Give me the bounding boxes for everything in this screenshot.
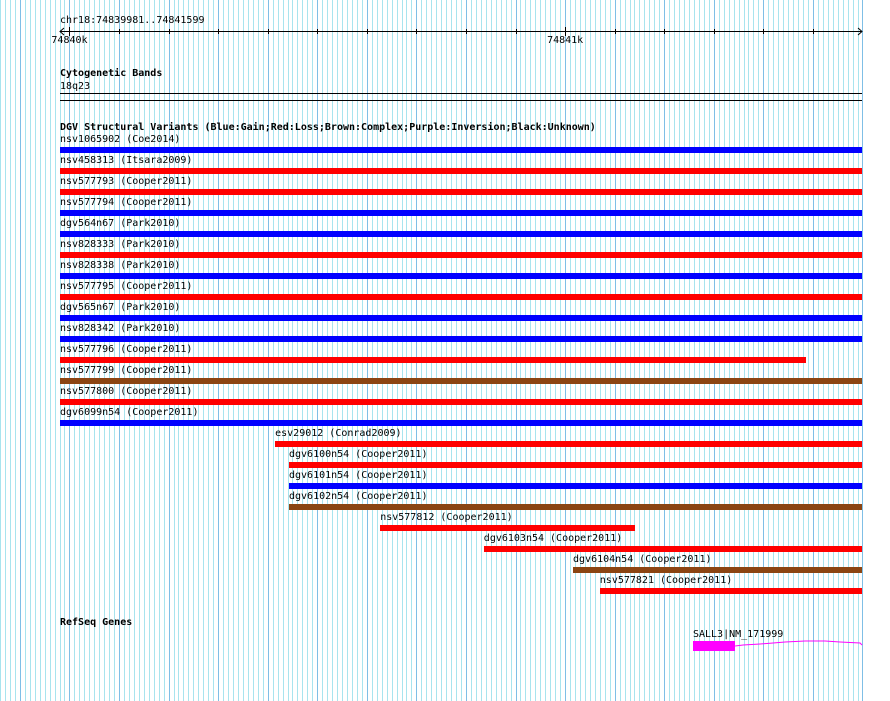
variant-bar-gain[interactable] (60, 210, 862, 216)
variant-bar-loss[interactable] (60, 357, 806, 363)
gene-intron-line (735, 640, 863, 647)
variant-label[interactable]: nsv828342 (Park2010) (60, 323, 180, 334)
variant-bar-gain[interactable] (60, 273, 862, 279)
ruler-tick-label: 74840k (51, 35, 88, 46)
variant-bar-loss[interactable] (289, 462, 862, 468)
variant-bar-complex[interactable] (289, 504, 862, 510)
variant-label[interactable]: dgv565n67 (Park2010) (60, 302, 180, 313)
variant-bar-gain[interactable] (60, 147, 862, 153)
variant-label[interactable]: dgv6104n54 (Cooper2011) (573, 554, 711, 565)
variant-bar-loss[interactable] (599, 588, 862, 594)
variant-label[interactable]: nsv577812 (Cooper2011) (380, 512, 512, 523)
variant-label[interactable]: nsv577795 (Cooper2011) (60, 281, 192, 292)
variant-label[interactable]: dgv6102n54 (Cooper2011) (289, 491, 427, 502)
variant-label[interactable]: dgv6100n54 (Cooper2011) (289, 449, 427, 460)
variant-bar-loss[interactable] (275, 441, 862, 447)
variant-label[interactable]: nsv458313 (Itsara2009) (60, 155, 192, 166)
ruler-tick-label: 74841k (547, 35, 584, 46)
variant-label[interactable]: nsv828338 (Park2010) (60, 260, 180, 271)
variant-label[interactable]: nsv577821 (Cooper2011) (600, 575, 732, 586)
scale-ruler[interactable] (0, 0, 890, 50)
variant-label[interactable]: esv29012 (Conrad2009) (275, 428, 401, 439)
variant-label[interactable]: nsv1065902 (Coe2014) (60, 134, 180, 145)
variant-bar-loss[interactable] (483, 546, 862, 552)
variant-bar-loss[interactable] (380, 525, 635, 531)
variant-bar-loss[interactable] (60, 189, 862, 195)
cytoband-track-title: Cytogenetic Bands (60, 68, 163, 79)
cytoband-line (60, 100, 862, 101)
variant-bar-gain[interactable] (60, 315, 862, 321)
variant-bar-loss[interactable] (60, 252, 862, 258)
variant-label[interactable]: nsv577794 (Cooper2011) (60, 197, 192, 208)
cytoband-line (60, 93, 862, 94)
variant-label[interactable]: nsv577796 (Cooper2011) (60, 344, 192, 355)
dgv-track-title: DGV Structural Variants (Blue:Gain;Red:L… (60, 122, 596, 133)
variant-label[interactable]: dgv6103n54 (Cooper2011) (484, 533, 622, 544)
genome-browser-view: chr18:74839981..74841599 74840k 74841k C… (0, 0, 890, 701)
variant-bar-loss[interactable] (60, 168, 862, 174)
variant-bar-loss[interactable] (60, 294, 862, 300)
variant-label[interactable]: nsv577793 (Cooper2011) (60, 176, 192, 187)
variant-bar-gain[interactable] (60, 231, 862, 237)
variant-label[interactable]: dgv6101n54 (Cooper2011) (289, 470, 427, 481)
refseq-track-title: RefSeq Genes (60, 617, 133, 628)
variant-label[interactable]: nsv577799 (Cooper2011) (60, 365, 192, 376)
variant-bar-gain[interactable] (60, 336, 862, 342)
variant-bar-gain[interactable] (289, 483, 862, 489)
variant-label[interactable]: dgv6099n54 (Cooper2011) (60, 407, 198, 418)
variant-label[interactable]: nsv577800 (Cooper2011) (60, 386, 192, 397)
variant-label[interactable]: dgv564n67 (Park2010) (60, 218, 180, 229)
variant-label[interactable]: nsv828333 (Park2010) (60, 239, 180, 250)
cytoband-label: 18q23 (60, 81, 91, 92)
variant-bar-loss[interactable] (60, 399, 862, 405)
variant-bar-gain[interactable] (60, 420, 862, 426)
variant-bar-complex[interactable] (573, 567, 862, 573)
variant-bar-complex[interactable] (60, 378, 862, 384)
